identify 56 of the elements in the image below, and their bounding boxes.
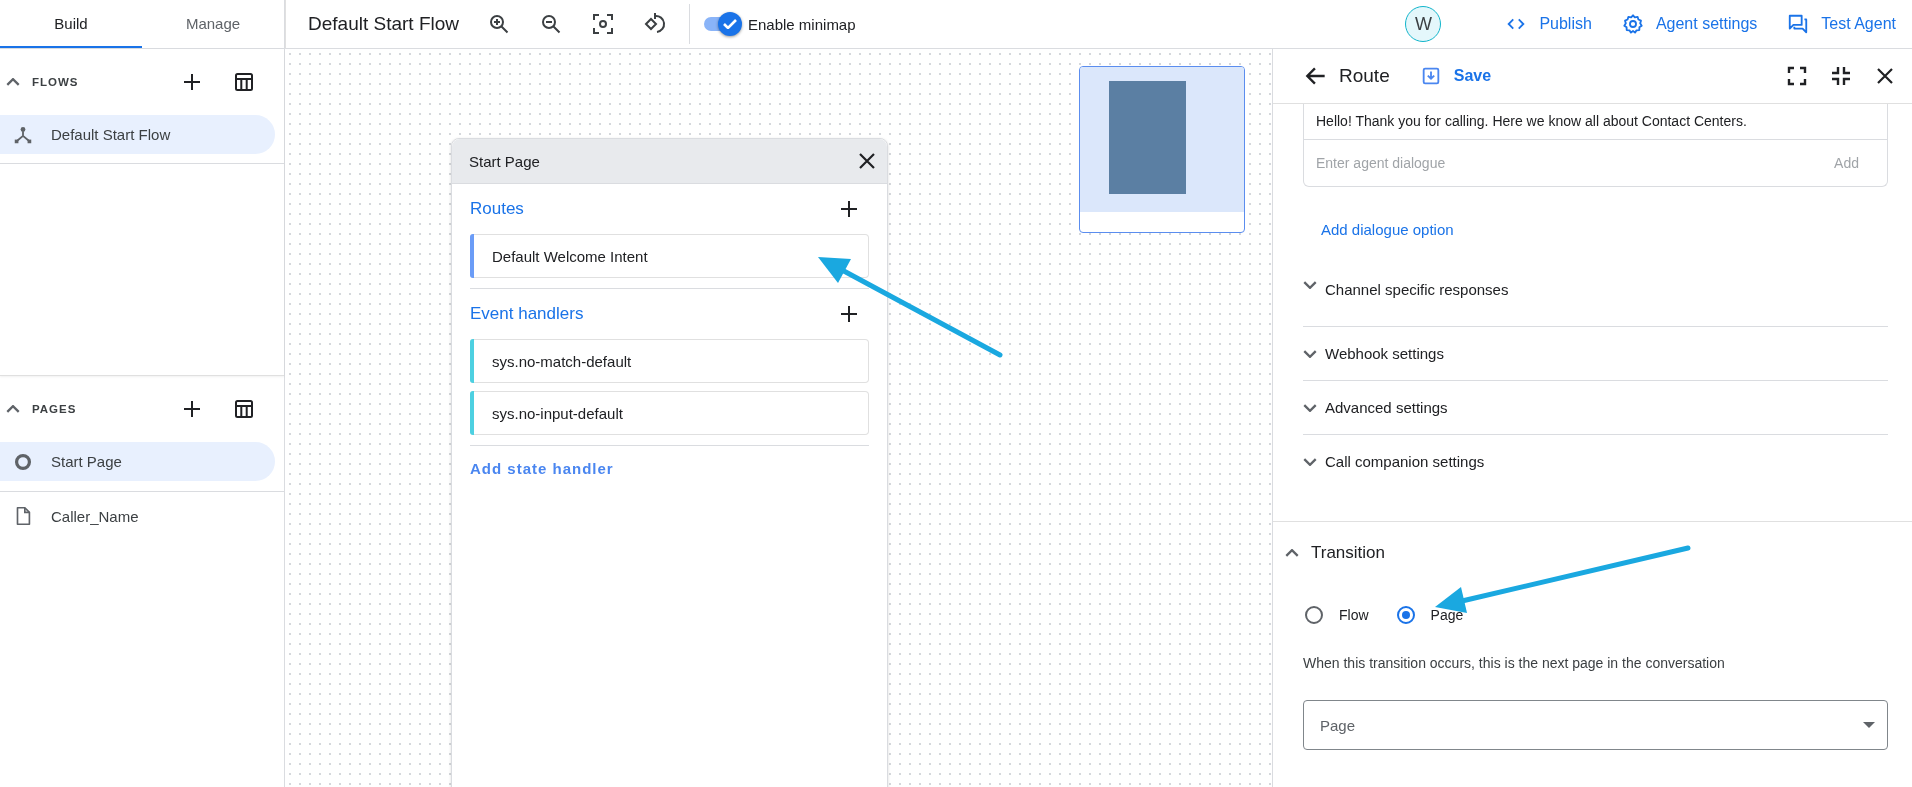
chevron-icon [1303,281,1317,289]
helper-text: When this transition occurs, this is the next page in the conversation [1303,655,1726,671]
table-icon [232,397,256,421]
transition-header[interactable]: Transition [1285,522,1888,584]
section-heading: PAGES [32,403,77,415]
sidebar-tab[interactable]: Manage [142,0,284,48]
user-avatar[interactable]: W [1405,6,1442,42]
reset-view-icon [643,12,667,36]
chevron-icon [1285,549,1299,557]
chevron-icon [1303,349,1317,358]
collapse-chevron-icon[interactable] [6,78,20,86]
radio-button[interactable] [1305,606,1323,624]
add-dialogue-option-link[interactable]: Add dialogue option [1321,221,1454,238]
flow-title: Default Start Flow [308,13,459,35]
handler-item[interactable]: sys.no-input-default [470,391,869,435]
toggle-label: Enable minimap [748,15,856,33]
chevron-icon [1303,403,1317,412]
add-state-handler-link[interactable]: Add state handler [470,460,614,477]
section-heading: Event handlers [470,304,584,324]
header-action-button[interactable]: Test Agent [1787,13,1896,35]
section-heading: Routes [470,199,524,219]
sidebar-item[interactable]: Default Start Flow [0,115,275,154]
radio-button[interactable] [1396,606,1415,624]
expansion-panel-header[interactable]: Call companion settings [1303,435,1888,488]
header-action-button[interactable]: Publish [1505,13,1592,35]
collapse-chevron-icon[interactable] [6,405,20,413]
node-title: Start Page [469,152,540,170]
expansion-panel-header[interactable]: Advanced settings [1303,381,1888,435]
handler-item[interactable]: sys.no-match-default [470,339,869,383]
chat-icon [1787,13,1810,35]
table-icon [232,70,256,94]
zoom-in-icon [487,12,511,36]
expansion-panel-header[interactable]: Channel specific responses [1303,265,1888,327]
page-select[interactable]: Page [1303,700,1888,750]
minimap[interactable] [1079,66,1245,233]
exit-fullscreen-icon [1829,64,1853,88]
header-action-button[interactable]: Agent settings [1621,13,1758,35]
fullscreen-icon [1785,64,1809,88]
save-button[interactable]: Save [1419,65,1492,87]
radio-label: Page [1430,607,1464,623]
settings-icon [1621,13,1644,35]
section-heading: FLOWS [32,76,79,88]
minimap-toggle[interactable] [704,12,742,36]
expansion-panel-header[interactable]: Webhook settings [1303,327,1888,381]
handler-item[interactable]: Default Welcome Intent [470,234,869,278]
sidebar-item[interactable]: Start Page [0,442,275,481]
dialogue-message: Hello! Thank you for calling. Here we know all about Contact Centers. [1304,104,1887,140]
sidebar-item[interactable]: Caller_Name [0,491,284,540]
panel-title: Route [1339,65,1390,87]
chevron-icon [1303,457,1317,466]
zoom-out-icon [539,12,563,36]
check-icon [723,19,737,29]
sidebar-tab[interactable]: Build [0,0,142,48]
dropdown-caret-icon [1863,722,1875,728]
radio-label: Flow [1339,607,1369,623]
focus-icon [591,12,615,36]
